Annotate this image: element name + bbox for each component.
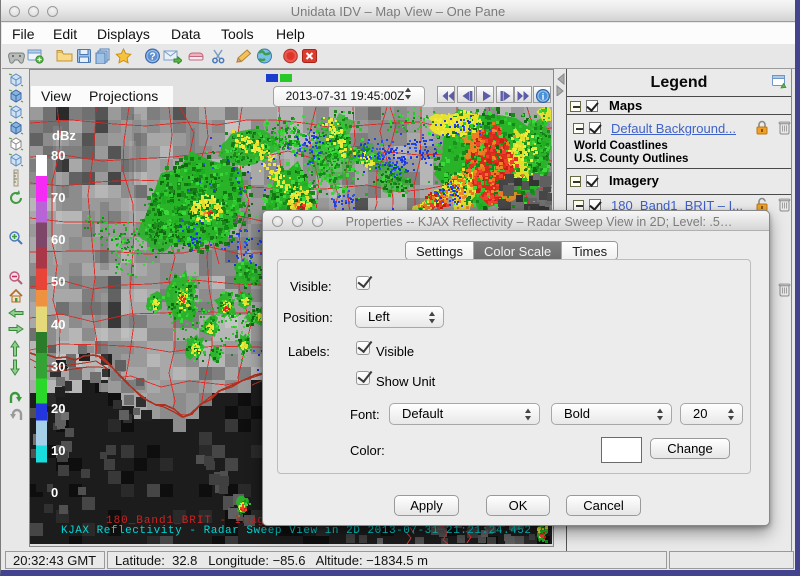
svg-text:60: 60	[51, 232, 65, 247]
svg-text:40: 40	[51, 317, 65, 332]
svg-text:50: 50	[51, 274, 65, 289]
svg-text:70: 70	[51, 190, 65, 205]
svg-text:dBz: dBz	[52, 128, 76, 143]
svg-text:?: ?	[149, 52, 155, 63]
svg-text:10: 10	[51, 443, 65, 458]
svg-text:30: 30	[51, 359, 65, 374]
svg-text:KJAX Reflectivity - Radar Swee: KJAX Reflectivity - Radar Sweep View in …	[61, 525, 531, 537]
svg-text:80: 80	[51, 148, 65, 163]
svg-text:20: 20	[51, 401, 65, 416]
svg-text:0: 0	[51, 485, 58, 500]
